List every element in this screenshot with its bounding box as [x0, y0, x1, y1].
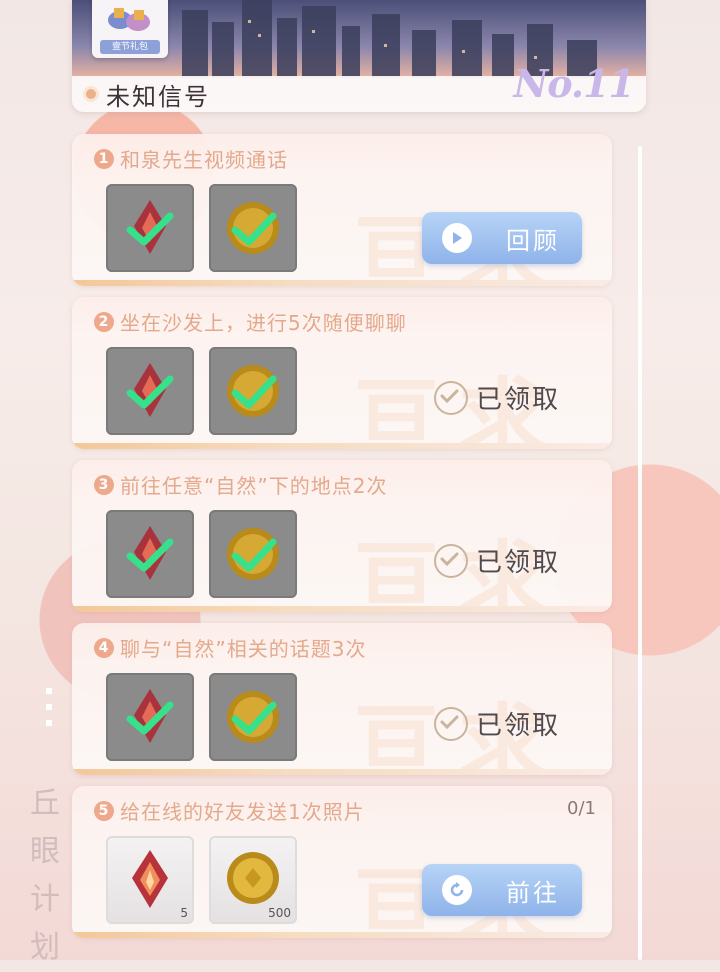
banner-number: No.11 [513, 61, 635, 106]
task-title: 3 前往任意“自然”下的地点2次 [94, 470, 387, 499]
task-number-badge: 4 [94, 637, 114, 658]
task-number-badge: 2 [94, 311, 114, 332]
task-title: 1 和泉先生视频通话 [94, 144, 288, 173]
reward-slot-crystal[interactable]: 5 [106, 836, 194, 924]
task-number-badge: 5 [94, 800, 114, 821]
check-circle-icon [434, 380, 468, 415]
task-card-5: 亘 求 5 给在线的好友发送1次照片 0/1 5 500 前往 [72, 786, 612, 938]
gift-pack-card: 壹节礼包 [92, 0, 168, 58]
reward-slot-coin[interactable] [209, 510, 297, 598]
reward-slot-crystal[interactable] [106, 673, 194, 761]
task-title: 5 给在线的好友发送1次照片 [94, 796, 365, 825]
red-crystal-icon [126, 363, 174, 417]
side-vertical-label: 丘眼计划 [30, 786, 60, 965]
claimed-status: 已领取 [434, 542, 560, 579]
gold-coin-icon [227, 528, 279, 580]
banner-title: 未知信号 [106, 82, 210, 111]
arrow-refresh-icon [442, 875, 472, 905]
scrollbar[interactable] [638, 146, 642, 960]
gold-coin-icon [227, 365, 279, 417]
reward-quantity: 5 [180, 906, 188, 920]
task-title: 2 坐在沙发上，进行5次随便聊聊 [94, 307, 407, 336]
title-dot-icon [86, 89, 96, 99]
reward-slot-crystal[interactable] [106, 347, 194, 435]
claimed-status: 已领取 [434, 379, 560, 416]
task-progress: 0/1 [567, 798, 596, 819]
task-card-4: 亘 求 4 聊与“自然”相关的话题3次 已领取 [72, 623, 612, 775]
go-button[interactable]: 前往 [422, 864, 582, 916]
task-card-3: 亘 求 3 前往任意“自然”下的地点2次 已领取 [72, 460, 612, 612]
task-title-text: 和泉先生视频通话 [120, 148, 288, 172]
mission-banner: 壹节礼包 未知信号 No.11 [72, 0, 646, 112]
claimed-label: 已领取 [476, 385, 561, 415]
side-dot [46, 688, 52, 694]
task-title-text: 前往任意“自然”下的地点2次 [120, 474, 388, 498]
reward-slot-crystal[interactable] [106, 184, 194, 272]
reward-slot-coin[interactable] [209, 184, 297, 272]
side-dot [46, 704, 52, 710]
reward-slot-coin[interactable]: 500 [209, 836, 297, 924]
task-number-badge: 1 [94, 148, 114, 169]
reward-slot-crystal[interactable] [106, 510, 194, 598]
claimed-label: 已领取 [476, 548, 561, 578]
gold-coin-icon [227, 202, 279, 254]
side-menu-dots[interactable] [44, 678, 54, 758]
task-title: 4 聊与“自然”相关的话题3次 [94, 633, 366, 662]
claimed-status: 已领取 [434, 705, 560, 742]
shoes-icon [108, 8, 150, 31]
red-crystal-icon [126, 200, 174, 254]
red-crystal-icon [126, 689, 174, 743]
task-title-text: 给在线的好友发送1次照片 [120, 800, 365, 824]
reward-slot-coin[interactable] [209, 347, 297, 435]
task-title-text: 聊与“自然”相关的话题3次 [120, 637, 367, 661]
side-dot [46, 720, 52, 726]
claimed-label: 已领取 [476, 711, 561, 741]
go-button-label: 前往 [506, 878, 560, 907]
task-number-badge: 3 [94, 474, 114, 495]
reward-quantity: 500 [268, 906, 291, 920]
task-card-1: 亘 求 1 和泉先生视频通话 回顾 [72, 134, 612, 286]
review-button[interactable]: 回顾 [422, 212, 582, 264]
gold-coin-icon [227, 691, 279, 743]
review-button-label: 回顾 [506, 226, 560, 255]
play-icon [442, 223, 472, 253]
reward-slot-coin[interactable] [209, 673, 297, 761]
task-title-text: 坐在沙发上，进行5次随便聊聊 [120, 311, 407, 335]
check-circle-icon [434, 706, 468, 741]
check-circle-icon [434, 543, 468, 578]
red-crystal-icon [126, 526, 174, 580]
task-card-2: 亘 求 2 坐在沙发上，进行5次随便聊聊 已领取 [72, 297, 612, 449]
gift-pack-tag: 壹节礼包 [100, 40, 160, 54]
